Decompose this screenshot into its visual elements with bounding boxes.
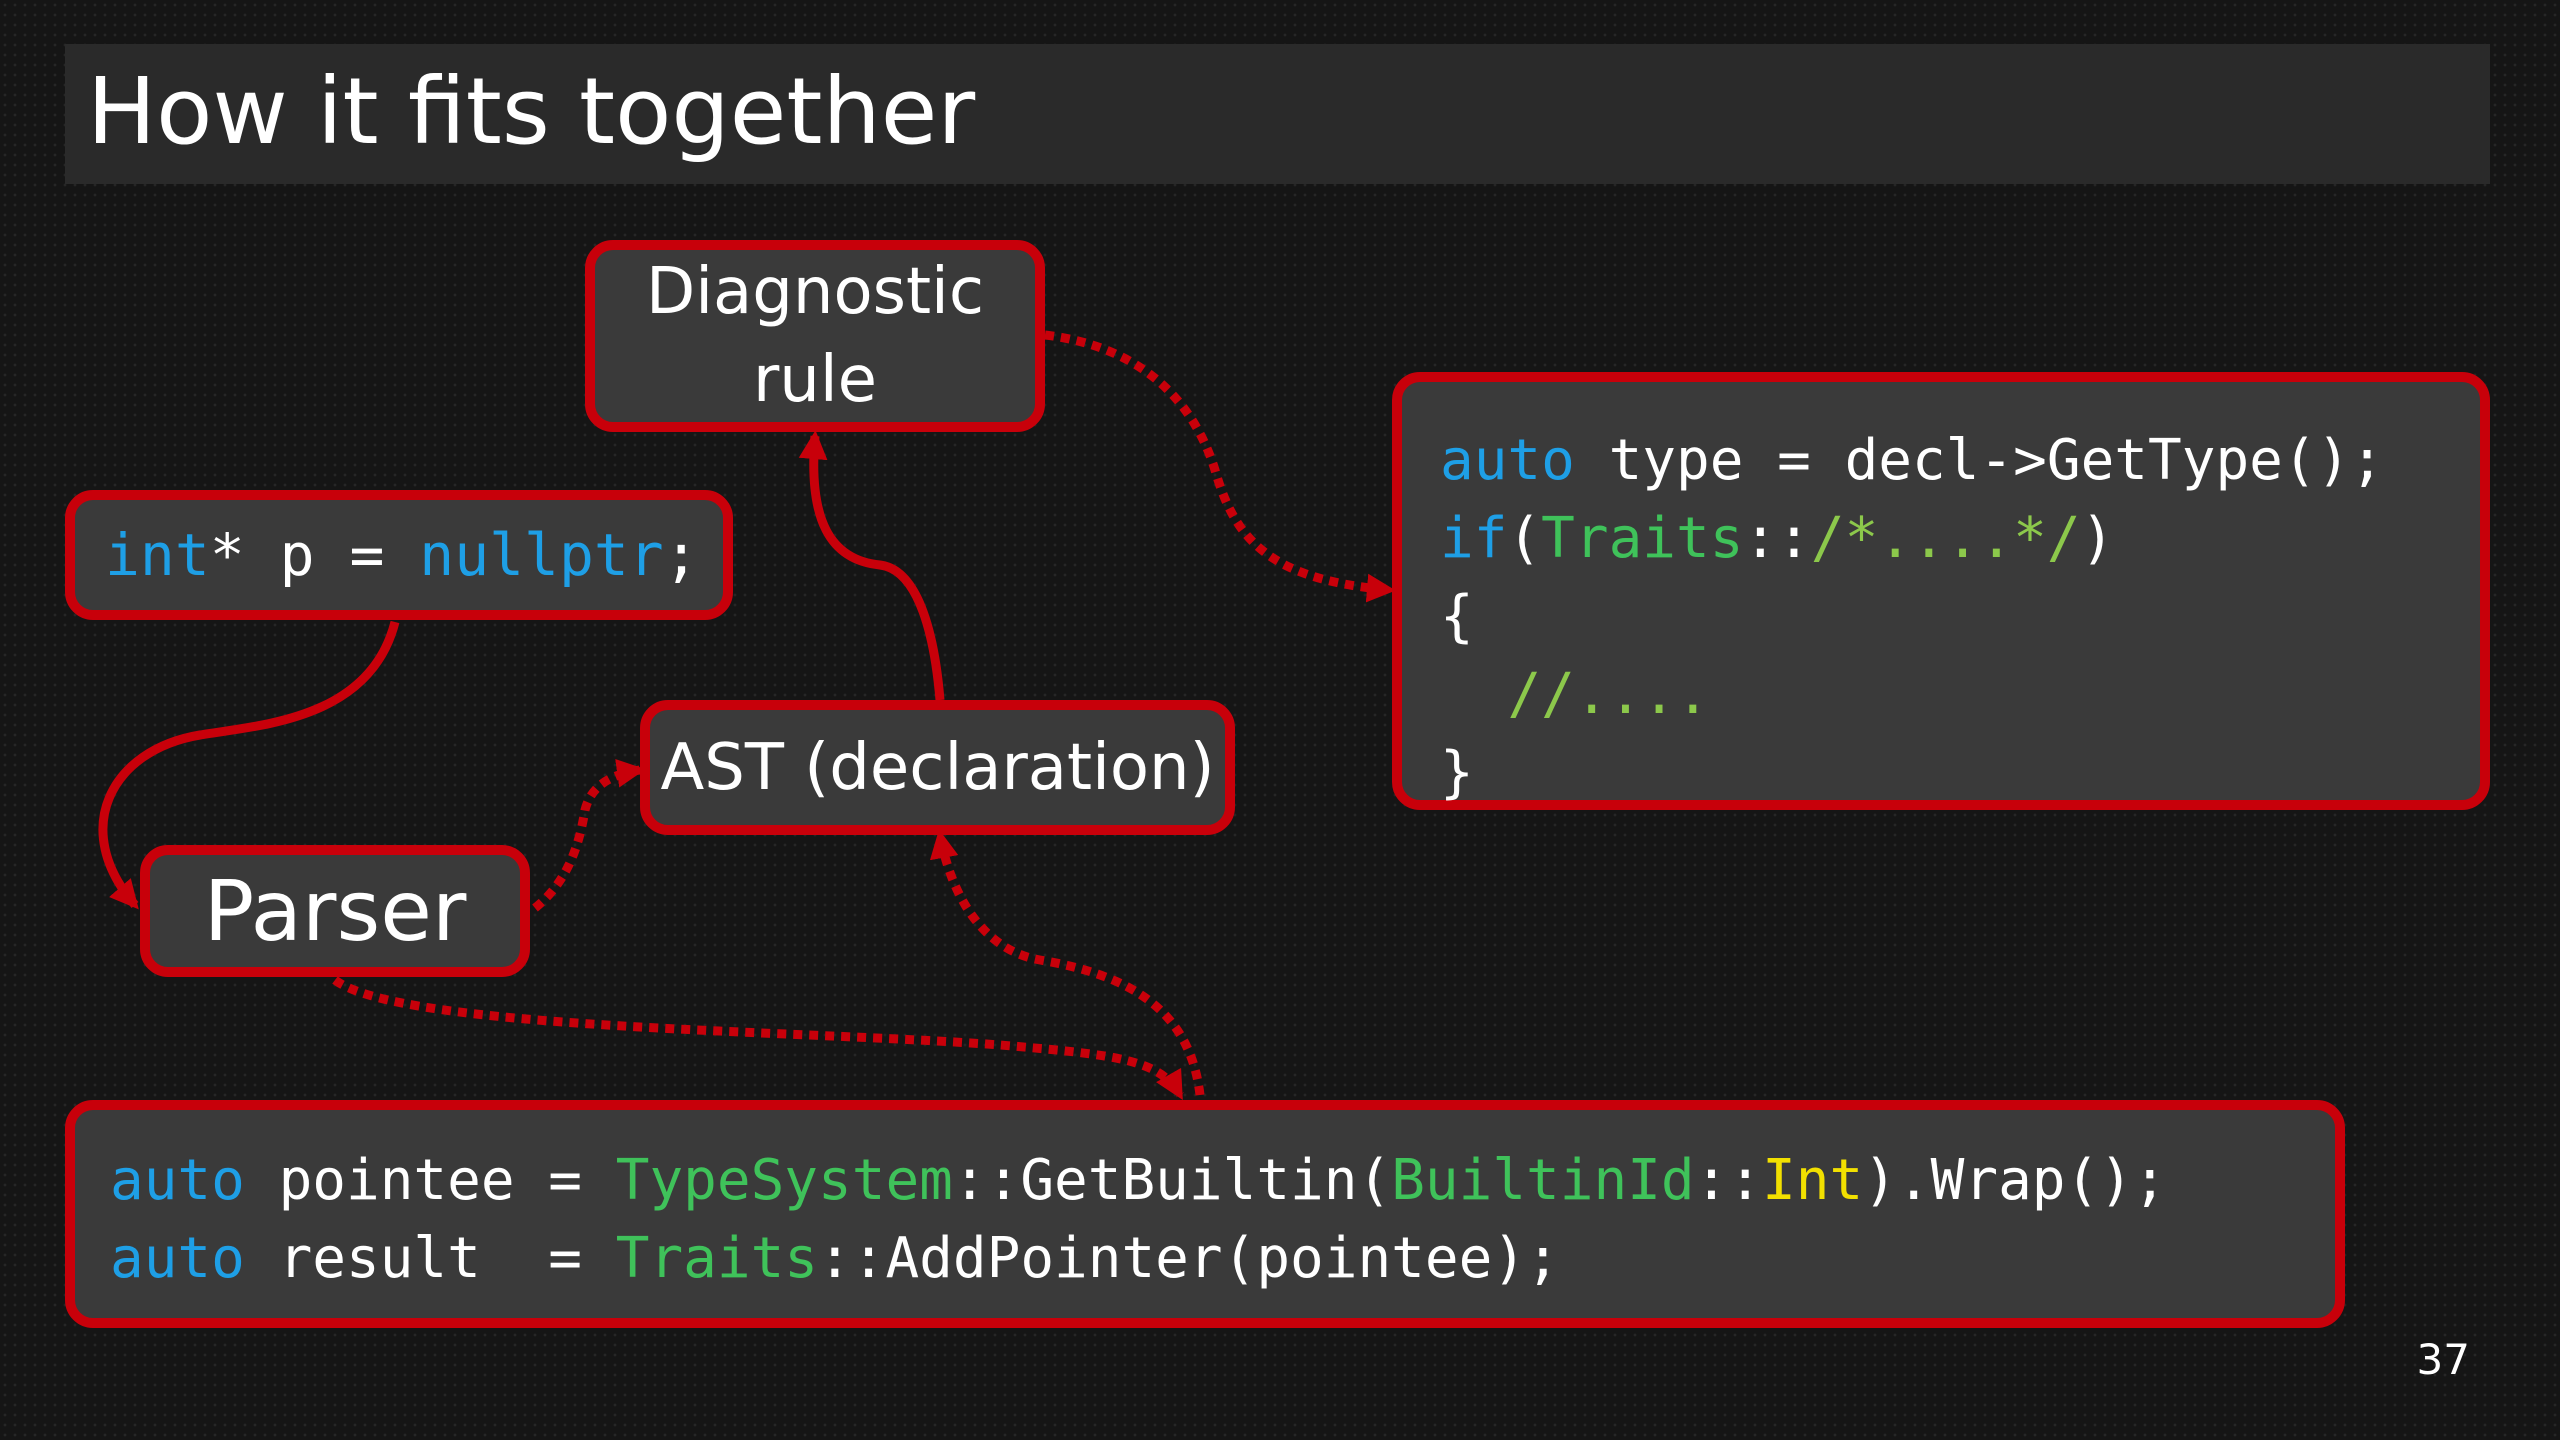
ts-l2-a: result = xyxy=(244,1226,616,1291)
ts-l1-b: ::GetBuiltin( xyxy=(952,1148,1392,1213)
rule-code-kw-auto: auto xyxy=(1440,428,1575,493)
source-declaration-node: int* p = nullptr; xyxy=(65,490,733,620)
typesystem-code-line-2: auto result = Traits::AddPointer(pointee… xyxy=(110,1220,2335,1298)
typesystem-code-node: auto pointee = TypeSystem::GetBuiltin(Bu… xyxy=(65,1100,2345,1328)
rule-code-kw-if: if xyxy=(1440,506,1508,571)
connector-parser-to-typesystem xyxy=(332,976,1184,1100)
rule-code-l2-p2: :: xyxy=(1743,506,1811,571)
source-rest1: * p = xyxy=(209,521,420,589)
rule-code-comment-line: //.... xyxy=(1507,662,1710,727)
source-rest2: ; xyxy=(663,521,699,589)
connector-ast-to-rule xyxy=(798,430,945,701)
connector-typesystem-to-ast xyxy=(929,829,1205,1096)
connector-parser-to-ast xyxy=(532,759,646,912)
rule-code-line-1: auto type = decl->GetType(); xyxy=(1440,422,2480,500)
rule-code-l2-p1: ( xyxy=(1507,506,1542,571)
parser-label: Parser xyxy=(203,862,467,960)
ts-l1-type-builtinid: BuiltinId xyxy=(1391,1148,1695,1213)
ts-l2-b: ::AddPointer(pointee); xyxy=(818,1226,1560,1291)
source-kw-nullptr: nullptr xyxy=(419,521,664,589)
ts-l1-kw-auto: auto xyxy=(110,1148,245,1213)
page-number: 37 xyxy=(2416,1335,2470,1384)
rule-code-line-5: } xyxy=(1440,740,1474,805)
ts-l1-c: :: xyxy=(1694,1148,1763,1213)
ts-l2-kw-auto: auto xyxy=(110,1226,245,1291)
parser-node: Parser xyxy=(140,845,530,977)
ast-label: AST (declaration) xyxy=(660,730,1215,805)
rule-code-node: auto type = decl->GetType(); if(Traits::… xyxy=(1392,372,2490,810)
rule-code-l1-rest: type = decl->GetType(); xyxy=(1574,428,2385,493)
ts-l2-type-traits: Traits xyxy=(615,1226,819,1291)
diagnostic-rule-line2: rule xyxy=(752,343,878,417)
rule-code-line-4: //.... xyxy=(1440,656,2480,734)
source-kw-int: int xyxy=(105,521,210,589)
ts-l1-a: pointee = xyxy=(244,1148,616,1213)
rule-code-type-traits: Traits xyxy=(1541,506,1744,571)
diagnostic-rule-line1: Diagnostic xyxy=(645,255,985,329)
ts-l1-type-typesystem: TypeSystem xyxy=(615,1148,953,1213)
rule-code-line-2: if(Traits::/*....*/) xyxy=(1440,500,2480,578)
rule-code-line-3: { xyxy=(1440,584,1474,649)
diagnostic-rule-node: Diagnostic rule xyxy=(585,240,1045,432)
ts-l1-d: ).Wrap(); xyxy=(1863,1148,2167,1213)
ast-node: AST (declaration) xyxy=(640,700,1235,835)
rule-code-indent xyxy=(1440,662,1507,727)
rule-code-comment-block: /*....*/ xyxy=(1810,506,2081,571)
rule-code-l2-p3: ) xyxy=(2080,506,2115,571)
connector-rule-to-code xyxy=(1044,330,1396,603)
ts-l1-enum-int: Int xyxy=(1762,1148,1864,1213)
typesystem-code-line-1: auto pointee = TypeSystem::GetBuiltin(Bu… xyxy=(110,1142,2335,1220)
source-declaration-code: int* p = nullptr; xyxy=(105,516,699,594)
